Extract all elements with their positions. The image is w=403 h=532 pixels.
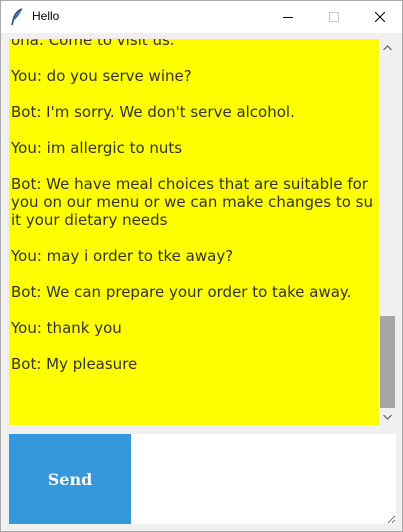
minimize-button[interactable]: [265, 1, 311, 33]
chat-messages: ona: Come to visit us. You: do you serve …: [11, 39, 375, 391]
message-input[interactable]: [131, 434, 396, 524]
scroll-up-arrow-icon[interactable]: [379, 39, 396, 56]
chat-message: You: may i order to tke away?: [11, 247, 234, 265]
scroll-down-arrow-icon[interactable]: [379, 408, 396, 425]
chat-log[interactable]: ona: Come to visit us. You: do you serve …: [9, 39, 379, 425]
chat-message: Bot: I'm sorry. We don't serve alcohol.: [11, 103, 295, 121]
chat-message: Bot: We can prepare your order to take a…: [11, 283, 352, 301]
maximize-button[interactable]: [311, 1, 357, 33]
close-button[interactable]: [357, 1, 403, 33]
chat-message: You: thank you: [11, 319, 122, 337]
scroll-thumb[interactable]: [380, 316, 395, 408]
chat-message: You: do you serve wine?: [11, 67, 192, 85]
window-title: Hello: [32, 9, 60, 23]
app-window: Hello ona: Come to visit us. You: do you …: [0, 0, 403, 532]
title-bar[interactable]: Hello: [1, 1, 402, 33]
send-button[interactable]: Send: [9, 434, 131, 524]
chat-scrollbar[interactable]: [379, 39, 396, 425]
chat-message: Bot: We have meal choices that are suita…: [11, 175, 373, 229]
feather-icon: [9, 8, 25, 26]
chat-message: Bot: My pleasure: [11, 355, 138, 373]
chat-message: ona: Come to visit us.: [11, 39, 175, 49]
chat-message: You: im allergic to nuts: [11, 139, 183, 157]
